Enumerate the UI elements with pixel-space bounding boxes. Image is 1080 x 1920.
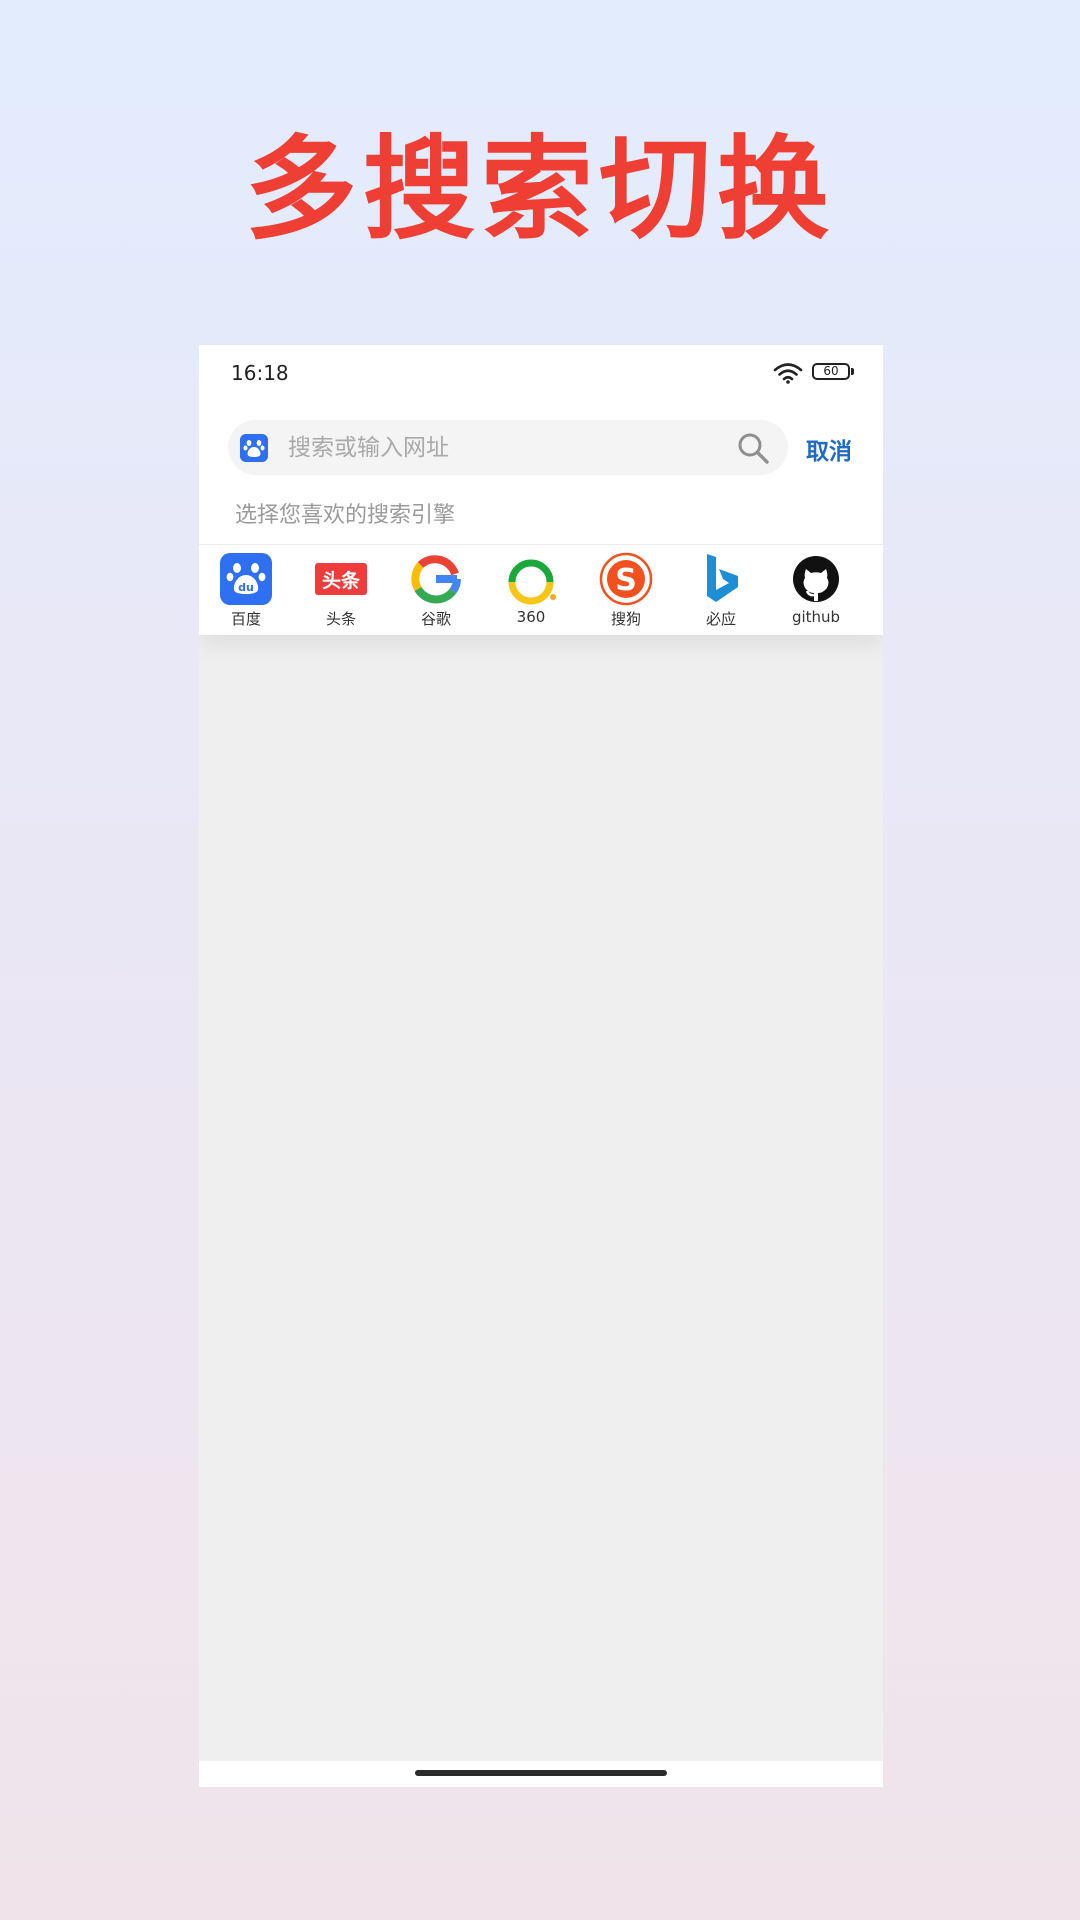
svg-text:S: S	[615, 563, 637, 598]
engine-list: du 百度 头条 头条 谷歌 360 S 搜狗 必应 github	[199, 552, 883, 632]
status-time: 16:18	[231, 361, 289, 385]
engine-github[interactable]: github	[771, 552, 861, 632]
search-icon[interactable]	[736, 431, 770, 465]
baidu-icon: du	[220, 553, 272, 605]
sogou-icon: S	[599, 552, 653, 606]
360-icon	[508, 559, 556, 605]
bing-icon	[707, 554, 738, 602]
engine-label: github	[791, 608, 841, 626]
engine-label: 360	[516, 608, 546, 626]
divider	[199, 544, 883, 545]
toutiao-icon: 头条	[315, 563, 367, 595]
cancel-button[interactable]: 取消	[806, 432, 852, 466]
status-bar: 16:18 60	[199, 345, 883, 403]
engine-baidu[interactable]: du 百度	[201, 552, 291, 632]
engine-label: 搜狗	[610, 610, 641, 628]
gesture-bar	[199, 1761, 883, 1787]
engine-label: 必应	[705, 610, 736, 628]
engine-toutiao[interactable]: 头条 头条	[296, 552, 386, 632]
search-panel: 16:18 60 搜索或输入网址 取消 选择您喜欢的搜索引擎 du 百度 头条 …	[199, 345, 883, 635]
search-bar[interactable]	[228, 420, 788, 475]
search-input[interactable]	[288, 420, 708, 475]
engine-label: 百度	[230, 610, 261, 628]
promo-headline: 多搜索切换	[245, 125, 835, 255]
svg-text:头条: 头条	[322, 569, 361, 592]
engine-label: 头条	[325, 610, 356, 628]
engine-hint: 选择您喜欢的搜索引擎	[235, 503, 456, 528]
engine-sogou[interactable]: S 搜狗	[581, 552, 671, 632]
home-indicator[interactable]	[415, 1770, 667, 1776]
google-icon	[411, 555, 461, 604]
engine-360[interactable]: 360	[486, 552, 576, 632]
battery-tip	[851, 368, 854, 375]
phone-screen: 16:18 60 搜索或输入网址 取消 选择您喜欢的搜索引擎 du 百度 头条 …	[199, 345, 883, 1787]
github-icon	[793, 556, 839, 602]
wifi-icon	[773, 363, 803, 384]
battery-icon: 60	[812, 363, 850, 380]
svg-text:du: du	[238, 581, 254, 594]
engine-google[interactable]: 谷歌	[391, 552, 481, 632]
engine-bing[interactable]: 必应	[676, 552, 766, 632]
engine-label: 谷歌	[420, 610, 451, 628]
baidu-paw-icon[interactable]	[240, 434, 268, 462]
